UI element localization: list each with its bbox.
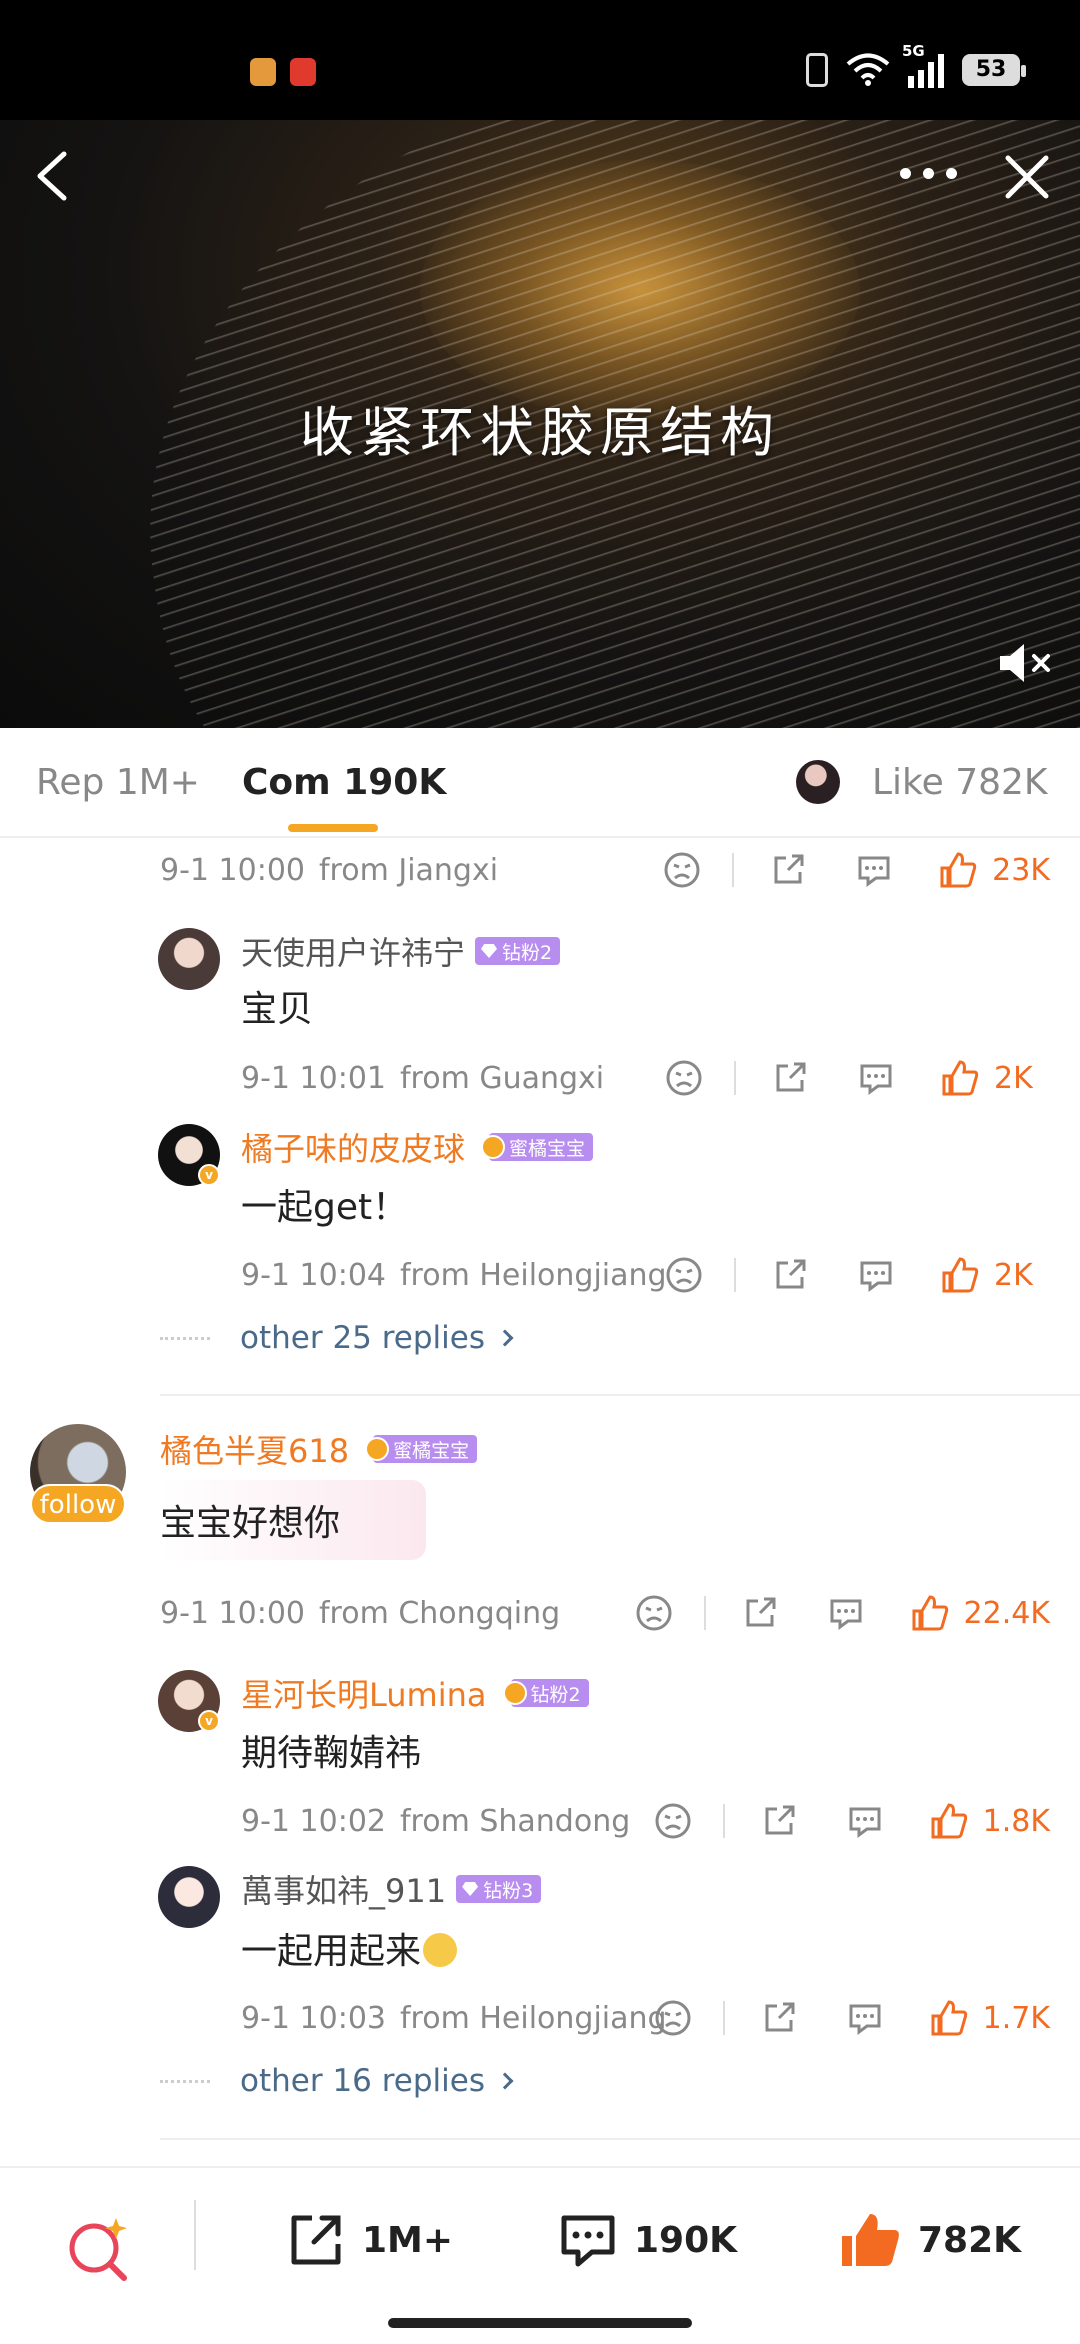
battery-indicator: 53 bbox=[962, 54, 1026, 86]
comment-meta: 9-1 10:02 from Shandong bbox=[241, 1803, 631, 1839]
tab-bar: Rep 1M+ Com 190K Like 782K bbox=[0, 728, 1080, 838]
comment-icon[interactable] bbox=[854, 850, 894, 890]
reply-actions: 2K bbox=[664, 1053, 1050, 1103]
diamond-icon bbox=[481, 944, 498, 958]
comment-username[interactable]: 橘色半夏618 蜜橘宝宝 bbox=[160, 1426, 478, 1472]
vibrate-icon bbox=[806, 53, 828, 87]
like-icon[interactable] bbox=[940, 1255, 980, 1295]
fan-badge: 蜜橘宝宝 bbox=[365, 1435, 478, 1463]
fan-badge: 蜜橘宝宝 bbox=[481, 1133, 594, 1161]
like-button[interactable]: 782K bbox=[838, 2208, 1021, 2272]
more-replies-link[interactable]: other 25 replies bbox=[160, 1320, 514, 1356]
comment-meta: 9-1 10:03 from Heilongjiang bbox=[241, 2000, 667, 2036]
reply-text: 一起get！ bbox=[241, 1187, 409, 1228]
close-icon[interactable] bbox=[1000, 150, 1054, 204]
tab-comments[interactable]: Com 190K bbox=[242, 762, 446, 803]
divider bbox=[160, 1394, 1080, 1396]
comment-button[interactable]: 190K bbox=[556, 2208, 737, 2272]
video-player[interactable]: 收紧环状胶原结构 bbox=[0, 120, 1080, 728]
repost-button[interactable]: 1M+ bbox=[284, 2208, 453, 2272]
reply-username[interactable]: 橘子味的皮皮球 蜜橘宝宝 bbox=[241, 1124, 594, 1170]
tab-reposts[interactable]: Rep 1M+ bbox=[36, 762, 200, 803]
reply-text: 期待鞠婧祎 bbox=[241, 1733, 422, 1774]
comment-actions: 22.4K bbox=[634, 1588, 1050, 1638]
tab-likes[interactable]: Like 782K bbox=[872, 762, 1048, 803]
verified-icon: v bbox=[198, 1164, 220, 1186]
reply-username[interactable]: 天使用户许祎宁 钻粉2 bbox=[241, 928, 561, 974]
share-icon[interactable] bbox=[759, 1801, 799, 1841]
reply-actions: 2K bbox=[664, 1250, 1050, 1300]
crown-icon bbox=[481, 1135, 506, 1159]
active-tab-indicator bbox=[288, 824, 378, 832]
reply-username[interactable]: 萬事如祎_911 钻粉3 bbox=[241, 1866, 542, 1912]
share-icon[interactable] bbox=[770, 1255, 810, 1295]
verified-icon: v bbox=[198, 1710, 220, 1732]
follow-button[interactable]: follow bbox=[30, 1484, 126, 1524]
reply-text: 宝贝 bbox=[241, 989, 314, 1030]
like-icon[interactable] bbox=[938, 850, 978, 890]
mute-icon[interactable] bbox=[996, 640, 1052, 686]
comment-icon bbox=[561, 2215, 615, 2267]
reply-actions: 1.7K bbox=[653, 1993, 1050, 2043]
reply-text: 一起用起来 bbox=[241, 1922, 458, 1974]
like-icon[interactable] bbox=[940, 1058, 980, 1098]
avatar[interactable] bbox=[158, 928, 220, 990]
reply-username[interactable]: 星河长明Lumina 钻粉2 bbox=[241, 1670, 589, 1716]
comment-icon[interactable] bbox=[826, 1593, 866, 1633]
diamond-icon bbox=[462, 1882, 479, 1896]
like-icon bbox=[842, 2214, 899, 2266]
crown-icon bbox=[502, 1681, 527, 1705]
chevron-right-icon bbox=[496, 2072, 514, 2090]
like-icon[interactable] bbox=[929, 1998, 969, 2038]
emoji-icon bbox=[423, 1933, 458, 1967]
dislike-icon[interactable] bbox=[662, 850, 702, 890]
avatar bbox=[796, 760, 840, 804]
reply-actions: 1.8K bbox=[653, 1796, 1050, 1846]
comment-meta: 9-1 10:01 from Guangxi bbox=[241, 1060, 605, 1096]
crown-icon bbox=[365, 1437, 390, 1461]
status-bar: 5G 53 bbox=[0, 0, 1080, 120]
notification-icon bbox=[290, 58, 316, 86]
wifi-icon bbox=[846, 53, 890, 86]
comment-actions: 23K bbox=[662, 845, 1050, 895]
avatar[interactable] bbox=[158, 1866, 220, 1928]
share-icon[interactable] bbox=[740, 1593, 780, 1633]
signal-icon: 5G bbox=[902, 42, 944, 88]
share-icon[interactable] bbox=[768, 850, 808, 890]
back-icon[interactable] bbox=[30, 148, 74, 204]
more-options-icon[interactable] bbox=[900, 168, 957, 179]
comment-icon[interactable] bbox=[845, 1801, 885, 1841]
like-icon[interactable] bbox=[910, 1593, 950, 1633]
dislike-icon[interactable] bbox=[664, 1058, 704, 1098]
comment-text: 宝宝好想你 bbox=[160, 1503, 341, 1544]
comment-icon[interactable] bbox=[856, 1058, 896, 1098]
dislike-icon[interactable] bbox=[653, 1998, 693, 2038]
like-icon[interactable] bbox=[929, 1801, 969, 1841]
fan-badge: 钻粉2 bbox=[502, 1679, 589, 1707]
comment-meta: 9-1 10:00 from Chongqing bbox=[160, 1595, 561, 1631]
fan-badge: 钻粉3 bbox=[456, 1875, 542, 1903]
video-caption: 收紧环状胶原结构 bbox=[300, 401, 780, 464]
comment-meta: 9-1 10:00 from Jiangxi bbox=[160, 852, 499, 888]
dislike-icon[interactable] bbox=[634, 1593, 674, 1633]
comment-icon[interactable] bbox=[845, 1998, 885, 2038]
divider bbox=[160, 2138, 1080, 2140]
fan-badge: 钻粉2 bbox=[475, 937, 561, 965]
comment-meta: 9-1 10:04 from Heilongjiang bbox=[241, 1257, 667, 1293]
share-icon bbox=[291, 2215, 341, 2265]
home-indicator bbox=[388, 2318, 692, 2328]
comment-icon[interactable] bbox=[856, 1255, 896, 1295]
dislike-icon[interactable] bbox=[664, 1255, 704, 1295]
chevron-right-icon bbox=[496, 1329, 514, 1347]
dislike-icon[interactable] bbox=[653, 1801, 693, 1841]
search-icon[interactable] bbox=[64, 2214, 134, 2284]
share-icon[interactable] bbox=[759, 1998, 799, 2038]
share-icon[interactable] bbox=[770, 1058, 810, 1098]
more-replies-link[interactable]: other 16 replies bbox=[160, 2063, 514, 2099]
notification-icon bbox=[250, 58, 276, 86]
